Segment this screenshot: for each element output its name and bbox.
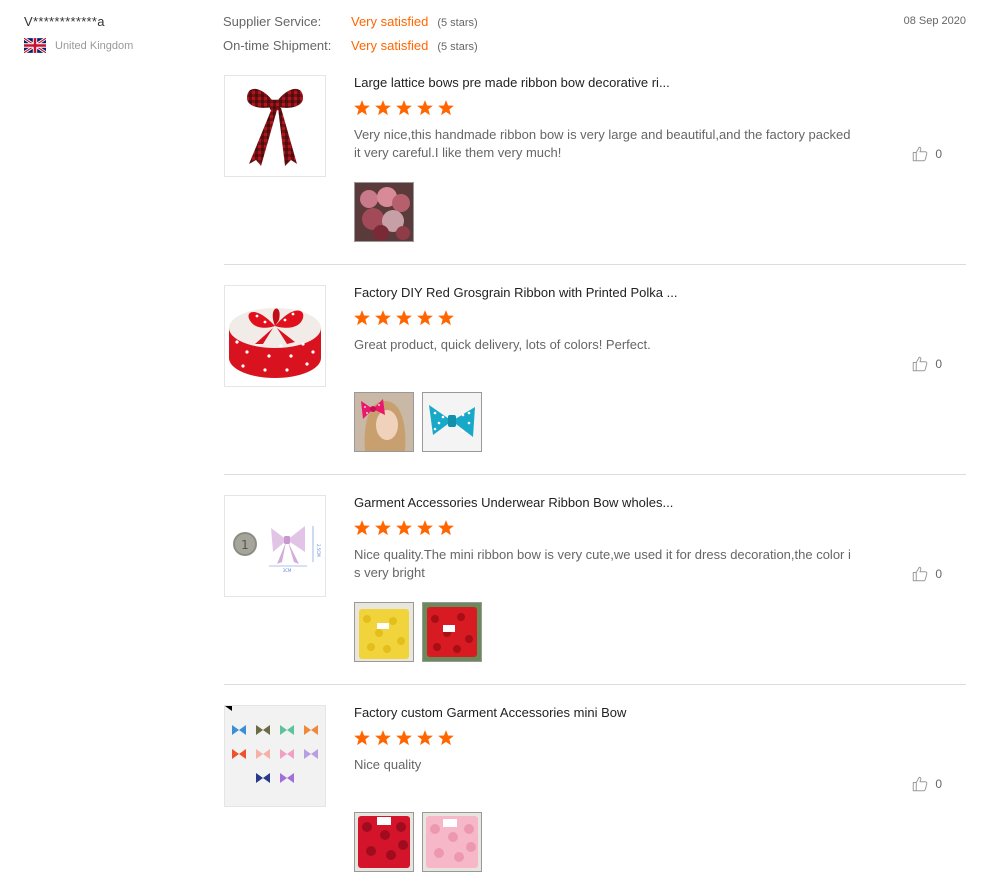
colored-mini-bows-image[interactable] [224, 705, 326, 807]
star-icon [438, 730, 454, 746]
review-item: 1 3CM 2.5CM Garment Accessories Underwea… [224, 495, 966, 685]
svg-text:1: 1 [241, 538, 249, 552]
pink-bows-pack-photo[interactable] [422, 812, 482, 872]
star-icon [438, 100, 454, 116]
red-bows-pack-photo[interactable] [354, 812, 414, 872]
reviewer-name: V************a [24, 14, 105, 29]
like-count: 0 [935, 357, 942, 371]
star-icon [438, 520, 454, 536]
star-icon [438, 310, 454, 326]
review-attachments [354, 812, 490, 872]
rating-stars-text: (5 stars) [437, 41, 478, 53]
star-icon [375, 520, 391, 536]
thumbs-up-icon [913, 566, 928, 582]
rating-label: Supplier Service: [223, 14, 322, 29]
product-title[interactable]: Garment Accessories Underwear Ribbon Bow… [354, 495, 673, 510]
review-item: Factory DIY Red Grosgrain Ribbon with Pr… [224, 285, 966, 475]
star-icon [375, 310, 391, 326]
plaid-bow-image[interactable] [224, 75, 326, 177]
rating-stars-text: (5 stars) [437, 17, 478, 29]
review-comment: Great product, quick delivery, lots of c… [354, 337, 651, 352]
like-count: 0 [935, 567, 942, 581]
rating-label: On-time Shipment: [223, 38, 332, 53]
star-icon [375, 730, 391, 746]
star-icon [354, 520, 370, 536]
supplier-service-rating: Supplier Service: Very satisfied (5 star… [223, 14, 478, 38]
like-button[interactable]: 0 [911, 775, 942, 793]
star-icon [417, 520, 433, 536]
like-button[interactable]: 0 [911, 565, 942, 583]
star-icon [396, 520, 412, 536]
red-bows-bag-photo[interactable] [422, 602, 482, 662]
supplier-ratings: Supplier Service: Very satisfied (5 star… [223, 14, 478, 62]
review-comment: Very nice,this handmade ribbon bow is ve… [354, 127, 851, 160]
uk-flag-icon [24, 38, 46, 53]
review-attachments [354, 602, 490, 662]
girl-with-pink-bow-photo[interactable] [354, 392, 414, 452]
like-count: 0 [935, 777, 942, 791]
thumbs-up-icon [913, 356, 928, 372]
star-icon [396, 100, 412, 116]
yellow-bows-bag-photo[interactable] [354, 602, 414, 662]
like-button[interactable]: 0 [911, 355, 942, 373]
reviewer-country: United Kingdom [24, 38, 133, 53]
star-rating [353, 309, 458, 327]
svg-text:3CM: 3CM [283, 568, 292, 573]
reviewer-info: V************a United Kingdom [24, 14, 133, 53]
svg-text:2.5CM: 2.5CM [316, 544, 321, 557]
review-item: Factory custom Garment Accessories mini … [224, 705, 966, 894]
review-item: Large lattice bows pre made ribbon bow d… [224, 75, 966, 265]
thumbs-up-icon [913, 776, 928, 792]
blue-polka-bow-photo[interactable] [422, 392, 482, 452]
star-icon [375, 100, 391, 116]
rating-value: Very satisfied [351, 14, 429, 29]
star-icon [354, 730, 370, 746]
review-comment: Nice quality.The mini ribbon bow is very… [354, 547, 851, 580]
product-title[interactable]: Factory DIY Red Grosgrain Ribbon with Pr… [354, 285, 677, 300]
rating-value: Very satisfied [351, 38, 429, 53]
star-icon [417, 730, 433, 746]
review-comment: Nice quality [354, 757, 422, 772]
review-attachments [354, 392, 490, 452]
star-icon [354, 100, 370, 116]
review-list: Large lattice bows pre made ribbon bow d… [224, 75, 966, 894]
country-name: United Kingdom [55, 39, 134, 52]
star-rating [353, 519, 458, 537]
star-icon [417, 100, 433, 116]
mini-bow-with-coin-image[interactable]: 1 3CM 2.5CM [224, 495, 326, 597]
packed-bows-photo[interactable] [354, 182, 414, 242]
star-icon [396, 310, 412, 326]
star-rating [353, 729, 458, 747]
ontime-shipment-rating: On-time Shipment: Very satisfied (5 star… [223, 38, 478, 62]
like-button[interactable]: 0 [911, 145, 942, 163]
like-count: 0 [935, 147, 942, 161]
star-rating [353, 99, 458, 117]
star-icon [396, 730, 412, 746]
star-icon [417, 310, 433, 326]
review-date: 08 Sep 2020 [903, 15, 966, 27]
star-icon [354, 310, 370, 326]
polka-ribbon-spool-image[interactable] [224, 285, 326, 387]
review-attachments [354, 182, 422, 242]
thumbs-up-icon [913, 146, 928, 162]
product-title[interactable]: Large lattice bows pre made ribbon bow d… [354, 75, 670, 90]
product-title[interactable]: Factory custom Garment Accessories mini … [354, 705, 626, 720]
